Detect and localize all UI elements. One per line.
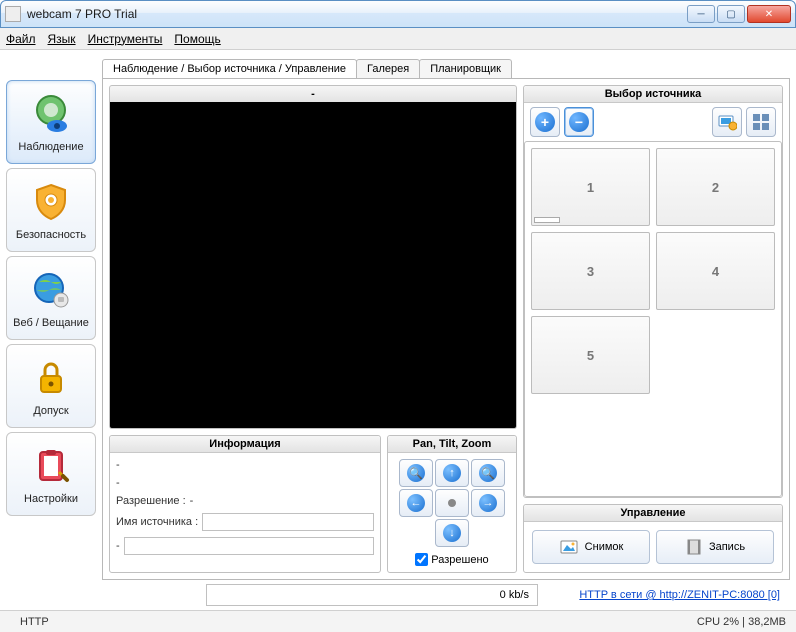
tab-gallery[interactable]: Галерея [356,59,420,78]
source-settings-button[interactable] [712,107,742,137]
panel-title: Информация [110,436,380,453]
nav-label: Безопасность [16,229,86,241]
statusbar: HTTP CPU 2% | 38,2MB [0,610,796,632]
zoom-in-icon: 🔍 [407,464,425,482]
menu-help[interactable]: Помощь [174,32,220,46]
add-source-button[interactable]: + [530,107,560,137]
zoom-out-button[interactable]: 🔍 [471,459,505,487]
resolution-value: - [190,495,194,507]
tilt-down-button[interactable]: ↓ [435,519,469,547]
arrow-right-icon: → [479,494,497,512]
nav-security[interactable]: Безопасность [6,168,96,252]
button-label: Запись [709,541,745,553]
info-panel: Информация - - Разрешение : - Имя источн… [109,435,381,573]
snapshot-button[interactable]: Снимок [532,530,650,564]
menu-language[interactable]: Язык [48,32,76,46]
center-dot-icon [448,499,456,507]
pan-right-button[interactable]: → [471,489,505,517]
nav-label: Наблюдение [18,141,83,153]
nav-label: Веб / Вещание [13,317,89,329]
record-button[interactable]: Запись [656,530,774,564]
source-name-label: Имя источника : [116,516,198,528]
nav-monitoring[interactable]: Наблюдение [6,80,96,164]
info-line3-input[interactable] [124,537,374,555]
info-line2: - [116,477,374,489]
source-selector-panel: Выбор источника + − [523,85,783,498]
window-titlebar: webcam 7 PRO Trial ─ ▢ ✕ [0,0,796,28]
management-panel: Управление Снимок Запись [523,504,783,573]
close-button[interactable]: ✕ [747,5,791,23]
grid-icon [752,113,770,131]
panel-title: Pan, Tilt, Zoom [388,436,516,453]
panel-title: Выбор источника [524,86,782,103]
maximize-button[interactable]: ▢ [717,5,745,23]
ptz-allowed-input[interactable] [415,553,428,566]
menu-file[interactable]: Файл [6,32,36,46]
ptz-center-button[interactable] [435,489,469,517]
minimize-button[interactable]: ─ [687,5,715,23]
video-title: - [109,85,517,102]
arrow-left-icon: ← [407,494,425,512]
tab-scheduler[interactable]: Планировщик [419,59,512,78]
shield-icon [28,179,74,225]
button-label: Снимок [585,541,624,553]
lock-icon [28,355,74,401]
status-cpu: CPU 2% [697,616,739,628]
nav-label: Допуск [33,405,68,417]
left-sidebar: Наблюдение Безопасность Веб / Вещание До… [6,54,96,608]
nav-access[interactable]: Допуск [6,344,96,428]
remove-source-button[interactable]: − [564,107,594,137]
arrow-down-icon: ↓ [443,524,461,542]
photo-icon [559,538,579,556]
status-memory: 38,2MB [748,616,786,628]
ptz-allowed-label: Разрешено [431,554,488,566]
info-line3-label: - [116,540,120,552]
source-name-input[interactable] [202,513,374,531]
zoom-out-icon: 🔍 [479,464,497,482]
film-icon [685,538,703,556]
nav-label: Настройки [24,493,78,505]
tab-strip: Наблюдение / Выбор источника / Управлени… [102,54,790,78]
source-cell-1[interactable]: 1 [531,148,650,226]
window-title: webcam 7 PRO Trial [27,7,687,21]
nav-settings[interactable]: Настройки [6,432,96,516]
app-icon [5,6,21,22]
tilt-up-button[interactable]: ↑ [435,459,469,487]
source-cell-3[interactable]: 3 [531,232,650,310]
monitor-gear-icon [717,113,737,131]
nav-web-broadcast[interactable]: Веб / Вещание [6,256,96,340]
panel-title: Управление [524,505,782,522]
source-cell-4[interactable]: 4 [656,232,775,310]
arrow-up-icon: ↑ [443,464,461,482]
source-cell-2[interactable]: 2 [656,148,775,226]
clipboard-icon [28,443,74,489]
menubar: Файл Язык Инструменты Помощь [0,28,796,50]
resolution-label: Разрешение : [116,495,186,507]
status-protocol: HTTP [10,616,59,628]
tab-monitoring[interactable]: Наблюдение / Выбор источника / Управлени… [102,59,357,78]
transfer-rate: 0 kb/s [206,584,538,606]
source-grid: 1 2 3 4 5 [531,148,775,394]
video-panel: - [109,85,517,429]
webcam-icon [28,91,74,137]
ptz-panel: Pan, Tilt, Zoom 🔍 ↑ 🔍 ← → ↓ [387,435,517,573]
pan-left-button[interactable]: ← [399,489,433,517]
menu-tools[interactable]: Инструменты [88,32,163,46]
ptz-allowed-checkbox[interactable]: Разрешено [415,553,488,566]
source-grid-button[interactable] [746,107,776,137]
info-line1: - [116,459,374,471]
zoom-in-button[interactable]: 🔍 [399,459,433,487]
video-preview[interactable] [109,102,517,429]
source-cell-5[interactable]: 5 [531,316,650,394]
http-server-link[interactable]: HTTP в сети @ http://ZENIT-PC:8080 [0] [579,589,780,601]
globe-icon [28,267,74,313]
